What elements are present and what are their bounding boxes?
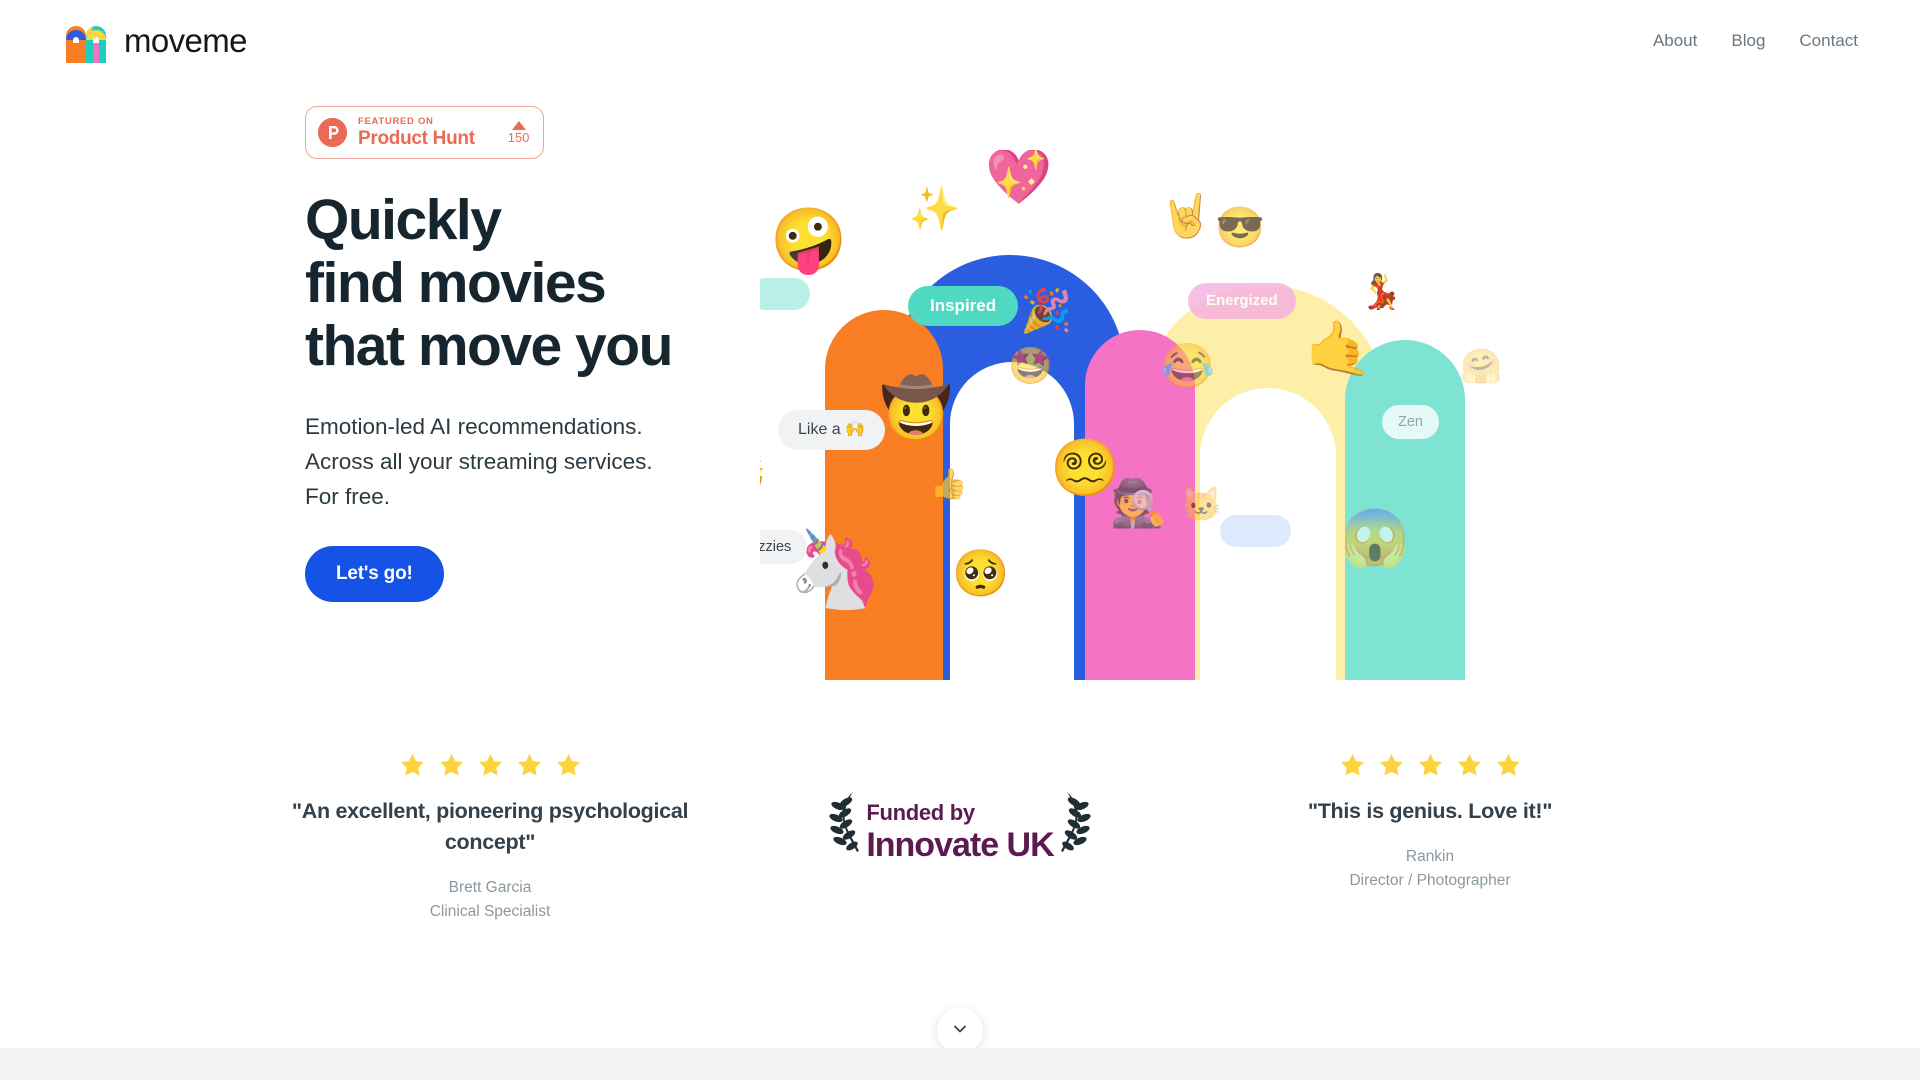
emoji-pleading: 🥺 [952,547,1010,599]
emoji-joy: 😂 [1160,342,1215,391]
social-proof: "An excellent, pioneering psychological … [0,752,1920,962]
pill-warm-fuzzies[interactable]: Warm fuzzies [760,530,808,564]
emoji-dancer: 💃 [1360,273,1403,311]
arch-white-1 [950,362,1074,680]
author-name: Rankin [1405,848,1455,865]
author-title: Clinical Specialist [429,903,551,920]
site-header: moveme About Blog Contact [0,0,1920,82]
emoji-thumbs-up: 👍 [930,468,968,501]
main-nav: About Blog Contact [1653,31,1864,51]
testimonial-quote: "An excellent, pioneering psychological … [291,799,689,854]
moveme-arch-logo-icon [60,19,110,63]
emoji-party-popper: 🎉 [1020,287,1073,334]
chevron-down-icon [950,1019,970,1044]
emoji-star-struck: 🤩 [1008,345,1053,386]
emoji-hug: 🤗 [1460,348,1503,386]
pill-energized[interactable]: Energized [1188,283,1296,319]
star-icon [1495,752,1522,779]
pill-calm[interactable]: Calm [760,278,810,310]
emoji-mind-blown: 🤯 [760,450,767,502]
emoji-cat: 🐱 [1180,486,1223,524]
emoji-detective: 🕵️ [1110,477,1168,529]
nav-item-contact[interactable]: Contact [1799,31,1858,51]
footer-divider [0,1048,1920,1080]
product-hunt-icon [318,118,347,147]
upvote-caret-icon [511,120,526,130]
product-hunt-badge[interactable]: FEATURED ON Product Hunt 150 [305,106,545,159]
testimonial-quote: "This is genius. Love it!" [1307,799,1553,823]
emoji-heart: 💖 [985,150,1053,207]
testimonial-author: Rankin Director / Photographer [1195,845,1665,893]
emoji-scream: 😱 [1340,506,1410,569]
lets-go-button[interactable]: Let's go! [305,546,444,602]
emoji-rock-on: 🤘 [1160,192,1213,239]
star-icon [1417,752,1444,779]
emoji-sunglasses: 😎 [1215,206,1265,250]
laurel-left-icon [820,790,860,873]
author-name: Brett Garcia [448,879,532,896]
headline-line-1: Quickly [305,188,502,252]
testimonial-author: Brett Garcia Clinical Specialist [255,876,725,924]
headline-line-3: that move you [305,314,673,378]
brand-name: moveme [124,22,248,59]
subhead-line-1: Emotion-led AI recommendations. [305,414,643,439]
hero-illustration: 🤪 🤠 😵‍💫 🥺 🦄 🤯 🏆 👍 🤩 😂 😱 🤘 😎 💃 🕵️ 🎉 💖 ✨ 🐱… [760,150,1890,680]
funded-by-label: Funded by [866,799,975,825]
star-icon [555,752,582,779]
nav-item-about[interactable]: About [1653,31,1697,51]
author-title: Director / Photographer [1349,872,1511,889]
testimonial-left: "An excellent, pioneering psychological … [255,752,725,924]
landing-page: moveme About Blog Contact FEATURED ON Pr… [0,0,1920,1080]
star-rating-right [1195,752,1665,779]
emoji-cowboy: 🤠 [880,376,953,441]
badge-product-name: Product Hunt [358,127,475,149]
emoji-zany: 🤪 [770,206,848,275]
funder-name: Innovate UK [866,825,1054,864]
laurel-right-icon [1060,790,1100,873]
testimonial-right: "This is genius. Love it!" Rankin Direct… [1195,752,1665,893]
arch-orange [825,310,943,680]
pill-zen[interactable]: Zen [1382,405,1439,439]
badge-featured-label: FEATURED ON [358,115,434,127]
emoji-sparkles: ✨ [908,185,961,232]
pill-inspired[interactable]: Inspired [908,286,1019,326]
star-icon [477,752,504,779]
pill-like-a[interactable]: Like a 🙌 [778,410,886,450]
pill-so-sad[interactable]: So sad [1220,515,1291,547]
upvote-count: 150 [507,129,530,145]
star-icon [399,752,426,779]
subhead-line-2: Across all your streaming services. [305,449,653,474]
subhead-line-3: For free. [305,484,391,509]
star-icon [1339,752,1366,779]
star-icon [1378,752,1405,779]
star-icon [438,752,465,779]
funder-badge: Funded by Innovate UK [725,752,1195,873]
headline-line-2: find movies [305,251,607,315]
badge-upvotes: 150 [507,120,530,145]
star-rating-left [255,752,725,779]
emoji-shaka: 🤙 [1305,319,1373,379]
star-icon [516,752,543,779]
star-icon [1456,752,1483,779]
brand-logo[interactable]: moveme [60,19,248,63]
nav-item-blog[interactable]: Blog [1731,31,1765,51]
